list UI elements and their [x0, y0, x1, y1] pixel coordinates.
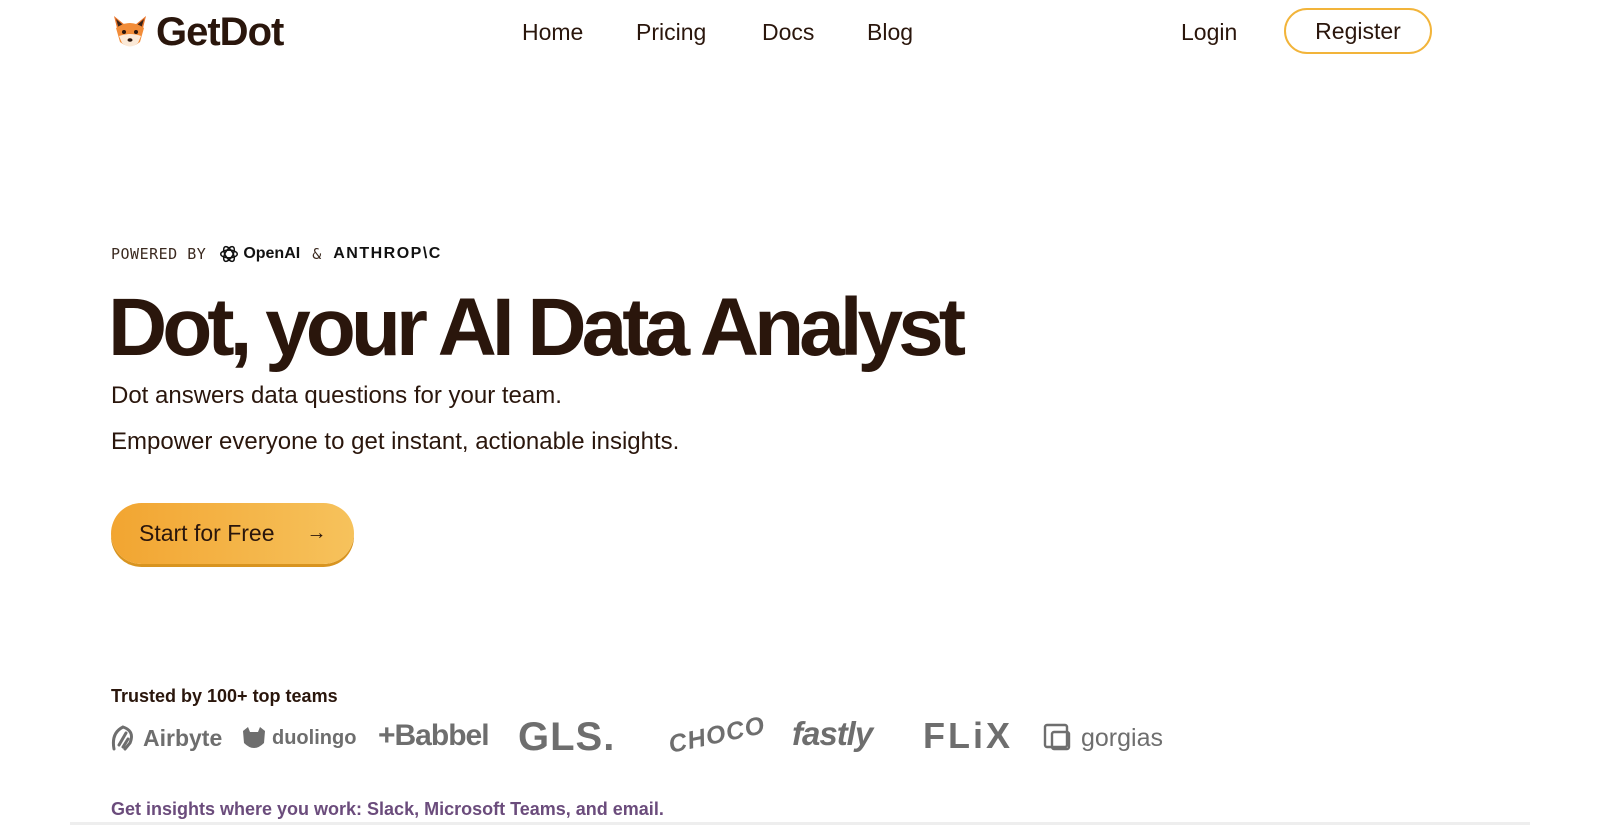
nav-blog-link[interactable]: Blog: [867, 17, 913, 47]
duolingo-logo: duolingo: [240, 725, 356, 751]
trusted-by-title: Trusted by 100+ top teams: [111, 686, 338, 706]
start-for-free-button[interactable]: Start for Free →: [111, 503, 354, 564]
duolingo-owl-icon: [243, 727, 265, 748]
airbyte-wordmark: Airbyte: [143, 724, 223, 751]
choco-logo: CHOCO: [666, 711, 768, 760]
start-for-free-label: Start for Free: [139, 520, 275, 546]
gorgias-logo: gorgias: [1043, 723, 1163, 753]
anthropic-wordmark: ANTHROP\C: [333, 245, 442, 262]
hero-subline-1: Dot answers data questions for your team…: [111, 382, 562, 409]
gls-wordmark: GLS.: [518, 715, 616, 759]
gls-logo: GLS.: [518, 715, 615, 760]
hero-headline: Dot, your AI Data Analyst: [108, 282, 966, 373]
customer-logos-row: Airbyte duolingo +Babbel GLS. CHOCO fast…: [108, 711, 1168, 765]
powered-by-row: POWERED BY OpenAI & ANTHROP\C: [111, 244, 442, 264]
airbyte-logo: Airbyte: [108, 723, 222, 753]
register-button[interactable]: Register: [1284, 8, 1432, 54]
flix-wordmark: FLiX: [923, 715, 1013, 756]
brand-logo-link[interactable]: GetDot: [110, 8, 284, 56]
fastly-wordmark: fastly: [792, 715, 873, 752]
babbel-logo: +Babbel: [378, 719, 490, 753]
nav-docs-link[interactable]: Docs: [762, 17, 814, 47]
openai-wordmark: OpenAI: [243, 245, 301, 262]
top-navigation-bar: GetDot Home Pricing Docs Blog Login Regi…: [0, 0, 1600, 66]
gorgias-icon: [1043, 723, 1071, 751]
brand-name: GetDot: [156, 10, 284, 54]
choco-wordmark: CHOCO: [666, 711, 768, 759]
hero-subline-2: Empower everyone to get instant, actiona…: [111, 428, 680, 455]
fastly-logo: fastly: [792, 715, 873, 753]
gorgias-wordmark: gorgias: [1081, 723, 1163, 752]
landing-page: GetDot Home Pricing Docs Blog Login Regi…: [0, 0, 1600, 825]
integrations-text: Get insights where you work: Slack, Micr…: [111, 799, 664, 819]
login-link[interactable]: Login: [1181, 17, 1237, 47]
fox-face-icon: [114, 16, 146, 47]
powered-by-label: POWERED BY: [111, 245, 207, 263]
arrow-right-icon: →: [306, 522, 327, 544]
openai-logo-icon: [220, 245, 239, 263]
babbel-wordmark: +Babbel: [378, 719, 490, 752]
flix-logo: FLiX: [923, 715, 1013, 757]
duolingo-wordmark: duolingo: [272, 726, 357, 749]
nav-home-link[interactable]: Home: [522, 17, 583, 47]
nav-pricing-link[interactable]: Pricing: [636, 17, 706, 47]
ampersand: &: [312, 245, 322, 263]
airbyte-icon: [111, 725, 133, 751]
